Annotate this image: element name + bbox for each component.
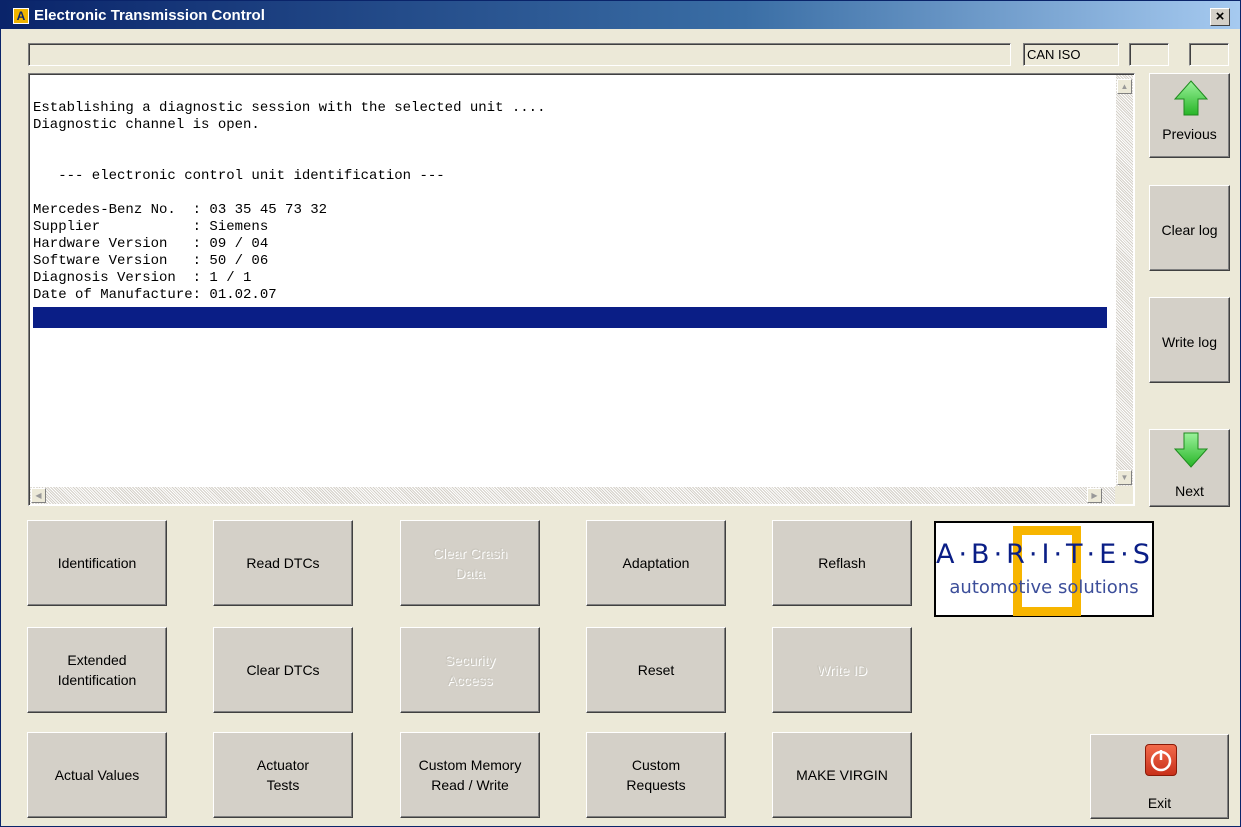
logo-wordmark: A·B·R·I·T·E·S	[936, 539, 1154, 570]
log-line: Software Version : 50 / 06	[33, 253, 269, 269]
clear-crash-data-label: Clear Crash Data	[432, 545, 508, 581]
scroll-right-icon[interactable]: ▶	[1087, 488, 1102, 503]
custom-memory-label: Custom Memory Read / Write	[418, 757, 522, 793]
clear-dtcs-button[interactable]: Clear DTCs	[213, 627, 353, 713]
power-icon	[1145, 744, 1177, 776]
read-dtcs-label: Read DTCs	[246, 555, 320, 571]
scroll-down-icon[interactable]: ▼	[1117, 470, 1132, 485]
actual-values-button[interactable]: Actual Values	[27, 732, 167, 818]
reset-button[interactable]: Reset	[586, 627, 726, 713]
reflash-button[interactable]: Reflash	[772, 520, 912, 606]
exit-label: Exit	[1147, 795, 1172, 811]
log-line: Diagnosis Version : 1 / 1	[33, 270, 252, 286]
log-line: --- electronic control unit identificati…	[33, 168, 445, 184]
log-line: Supplier : Siemens	[33, 219, 269, 235]
write-log-label: Write log	[1162, 334, 1217, 350]
next-button[interactable]: Next	[1149, 429, 1230, 507]
make-virgin-label: MAKE VIRGIN	[796, 767, 888, 783]
log-line: Mercedes-Benz No. : 03 35 45 73 32	[33, 202, 328, 218]
log-line: Date of Manufacture: 01.02.07	[33, 287, 277, 303]
clear-log-button[interactable]: Clear log	[1149, 185, 1230, 271]
log-lines: Establishing a diagnostic session with t…	[33, 100, 1107, 328]
adaptation-button[interactable]: Adaptation	[586, 520, 726, 606]
make-virgin-button[interactable]: MAKE VIRGIN	[772, 732, 912, 818]
status-message-field	[28, 43, 1011, 66]
abrites-logo: A·B·R·I·T·E·S automotive solutions	[934, 521, 1154, 617]
custom-requests-label: Custom Requests	[626, 757, 686, 793]
custom-requests-button[interactable]: Custom Requests	[586, 732, 726, 818]
log-line: Diagnostic channel is open.	[33, 117, 260, 133]
extended-identification-button[interactable]: Extended Identification	[27, 627, 167, 713]
previous-button[interactable]: Previous	[1149, 73, 1230, 158]
identification-button[interactable]: Identification	[27, 520, 167, 606]
read-dtcs-button[interactable]: Read DTCs	[213, 520, 353, 606]
window-title: Electronic Transmission Control	[34, 7, 265, 24]
actuator-tests-button[interactable]: Actuator Tests	[213, 732, 353, 818]
write-id-label: Write ID	[816, 662, 868, 678]
extended-identification-label: Extended Identification	[57, 652, 137, 688]
close-button[interactable]: ×	[1210, 8, 1230, 26]
app-window: A Electronic Transmission Control × CAN …	[0, 0, 1241, 827]
scrollbar-corner	[1115, 486, 1133, 504]
scroll-up-icon[interactable]: ▲	[1117, 79, 1132, 94]
identification-label: Identification	[57, 555, 137, 571]
vertical-scrollbar[interactable]: ▲ ▼	[1116, 75, 1133, 488]
scroll-left-icon[interactable]: ◀	[31, 488, 46, 503]
horizontal-scrollbar[interactable]: ◀ ▶	[30, 487, 1117, 504]
write-log-button[interactable]: Write log	[1149, 297, 1230, 383]
write-id-button[interactable]: Write ID	[772, 627, 912, 713]
next-label: Next	[1175, 483, 1204, 499]
exit-button[interactable]: Exit	[1090, 734, 1229, 819]
adaptation-label: Adaptation	[622, 555, 690, 571]
clear-log-label: Clear log	[1161, 222, 1218, 238]
log-line-selected[interactable]	[33, 307, 1107, 328]
custom-memory-button[interactable]: Custom Memory Read / Write	[400, 732, 540, 818]
title-bar: A Electronic Transmission Control ×	[1, 1, 1240, 29]
previous-label: Previous	[1162, 126, 1217, 142]
reflash-label: Reflash	[818, 555, 866, 571]
log-line: Establishing a diagnostic session with t…	[33, 100, 546, 116]
clear-dtcs-label: Clear DTCs	[246, 662, 320, 678]
arrow-down-icon	[1174, 432, 1208, 468]
actuator-tests-label: Actuator Tests	[256, 757, 310, 793]
security-access-button[interactable]: Security Access	[400, 627, 540, 713]
arrow-up-icon	[1174, 80, 1208, 116]
log-line: Hardware Version : 09 / 04	[33, 236, 269, 252]
log-output[interactable]: Establishing a diagnostic session with t…	[28, 73, 1135, 506]
reset-label: Reset	[637, 662, 675, 678]
clear-crash-data-button[interactable]: Clear Crash Data	[400, 520, 540, 606]
security-access-label: Security Access	[444, 652, 496, 688]
logo-tagline: automotive solutions	[949, 577, 1139, 598]
app-logo-icon: A	[13, 8, 29, 24]
status-field-b	[1189, 43, 1229, 66]
protocol-indicator: CAN ISO	[1023, 43, 1119, 66]
status-field-a	[1129, 43, 1169, 66]
actual-values-label: Actual Values	[54, 767, 140, 783]
